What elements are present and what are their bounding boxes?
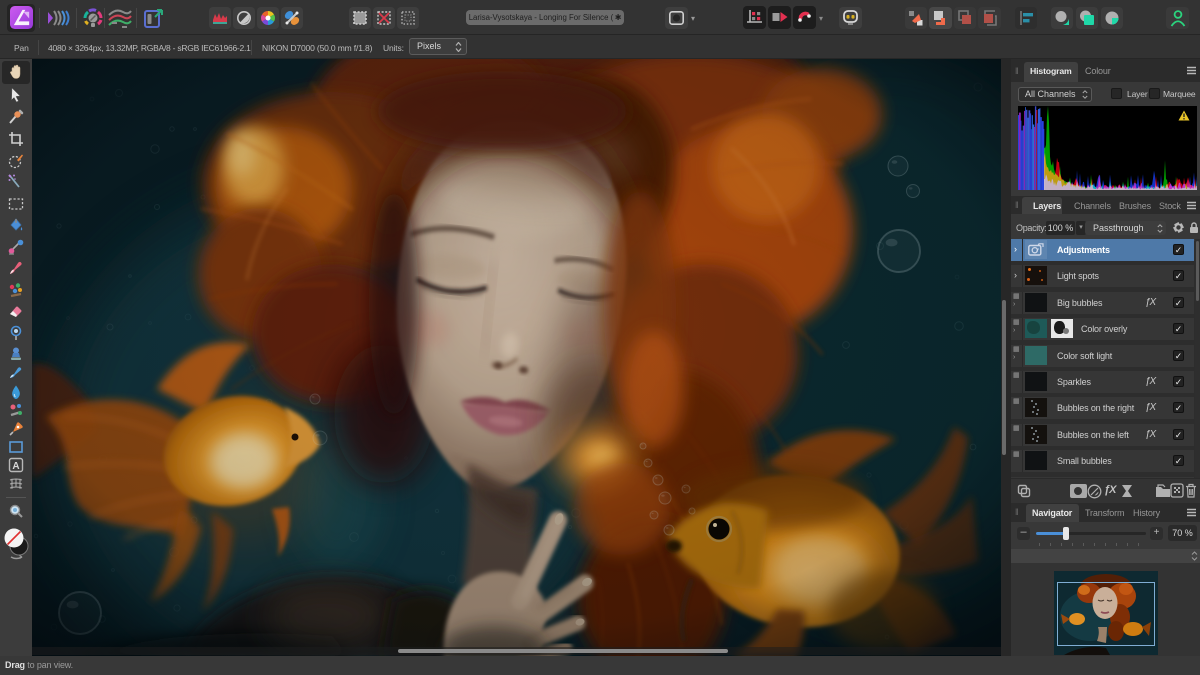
svg-text:A: A xyxy=(12,461,19,472)
